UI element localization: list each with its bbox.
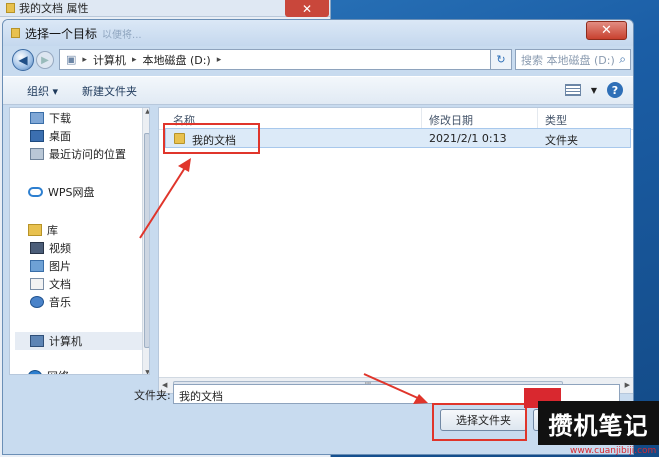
arrow-head-icon [413,394,428,404]
annotation-arrow [139,162,189,239]
watermark-logo: 攒机笔记 www.cuanjibiji.com [524,388,659,457]
watermark-text: 攒机笔记 [538,401,659,445]
annotation-arrow [363,373,421,400]
watermark-url: www.cuanjibiji.com [570,446,657,456]
